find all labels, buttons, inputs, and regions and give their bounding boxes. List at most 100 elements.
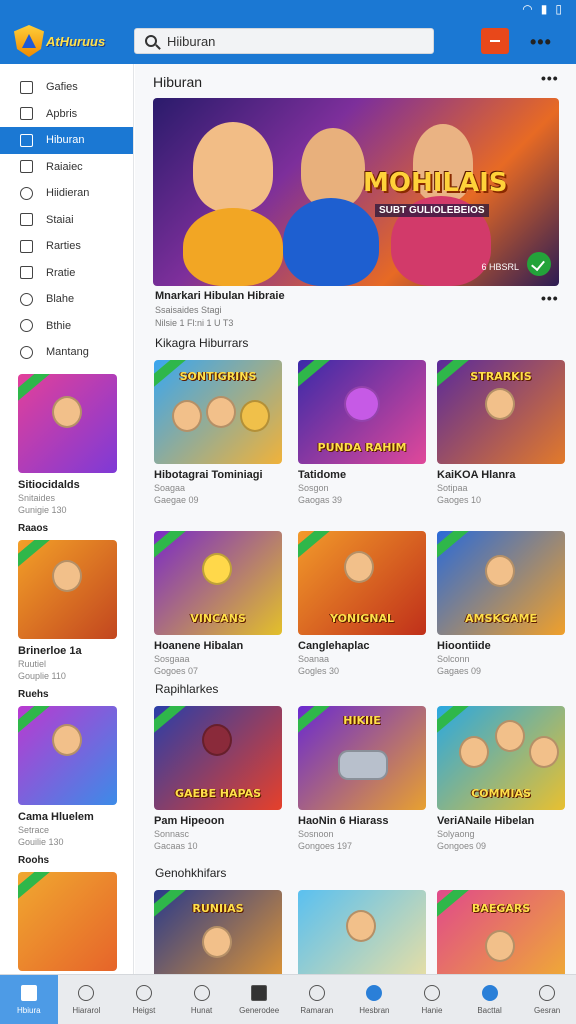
face-icon	[135, 984, 152, 1001]
game-thumbnail[interactable]: SONTIGRINS	[154, 360, 282, 464]
apps-icon	[20, 107, 33, 121]
search-icon	[145, 35, 157, 47]
game-thumbnail[interactable]: GAEBE HAPAS	[154, 706, 282, 810]
bottom-nav-ramaran[interactable]: Ramaran	[288, 975, 346, 1024]
game-card[interactable]: RUNIIAS	[154, 890, 282, 974]
section-title: Genohkhifars	[155, 866, 227, 880]
bottom-nav-hanie[interactable]: Hanie	[403, 975, 461, 1024]
badge-icon	[481, 984, 498, 1001]
sidebar-card[interactable]	[0, 871, 133, 971]
game-thumbnail[interactable]: RUNIIAS	[154, 890, 282, 974]
entertainment-icon	[20, 133, 33, 147]
game-card[interactable]: AMSKGAME Hioontiide Solconn Gagaes 09	[437, 531, 565, 676]
game-thumbnail[interactable]: VINCANS	[154, 531, 282, 635]
grid-icon	[20, 80, 33, 94]
bottom-nav-generodee[interactable]: Generodee	[230, 975, 288, 1024]
settings-icon	[20, 345, 33, 359]
compass-icon	[20, 186, 33, 200]
check-icon	[423, 984, 440, 1001]
sidebar-card[interactable]: Sitiocidalds Snitaides Gunigie 130	[0, 373, 133, 515]
sidebar-card-thumbnail[interactable]	[18, 705, 117, 805]
bottom-nav-hiararol[interactable]: Hiararol	[58, 975, 116, 1024]
game-card[interactable]: VINCANS Hoanene Hibalan Sosgaaa Gogoes 0…	[154, 531, 282, 676]
hero-banner[interactable]: MOHILAIS SUBT GULIOLEBEIOS 6 HBSRL	[153, 98, 559, 286]
sidebar-item-hiidieran[interactable]: Hiidieran	[0, 180, 133, 207]
more-options-icon[interactable]: •••	[541, 70, 559, 86]
sidebar-item-rratie[interactable]: Rratie	[0, 260, 133, 287]
search-clear-button[interactable]	[481, 28, 509, 54]
game-thumbnail[interactable]: YONIGNAL	[298, 531, 426, 635]
sidebar-section-header: Roohs	[18, 854, 50, 866]
section-title: Hiburan	[153, 74, 203, 90]
sidebar-card-thumbnail[interactable]	[18, 871, 117, 971]
shield-icon	[366, 984, 383, 1001]
bottom-nav-home[interactable]: Hbiura	[0, 975, 58, 1024]
sidebar-section-header: Ruehs	[18, 688, 49, 700]
grid-icon	[251, 984, 268, 1001]
bottom-nav-bacttal[interactable]: Bacttal	[461, 975, 519, 1024]
character-image	[193, 122, 273, 212]
hero-tag: 6 HBSRL	[481, 262, 519, 272]
character-image	[301, 128, 365, 208]
game-thumbnail[interactable]: HIKIIE	[298, 706, 426, 810]
sidebar-card-thumbnail[interactable]	[18, 373, 117, 473]
game-thumbnail[interactable]: AMSKGAME	[437, 531, 565, 635]
sidebar-item-rarties[interactable]: Rarties	[0, 233, 133, 260]
section-title: Kikagra Hiburrars	[155, 336, 249, 350]
sidebar-item-hiburan[interactable]: Hiburan	[0, 127, 133, 154]
search-icon	[20, 319, 33, 333]
game-card[interactable]: SONTIGRINS Hibotagrai Tominiagi Soagaa G…	[154, 360, 282, 505]
hero-subtitle: SUBT GULIOLEBEIOS	[375, 204, 489, 217]
game-thumbnail[interactable]: COMMIAS	[437, 706, 565, 810]
game-card[interactable]: STRARKIS KaiKOA Hlanra Sotipaa Gaoges 10	[437, 360, 565, 505]
game-card[interactable]: BAEGARS	[437, 890, 565, 974]
bottom-nav-hunat[interactable]: Hunat	[173, 975, 231, 1024]
sidebar-item-mantang[interactable]: Mantang	[0, 339, 133, 366]
sidebar-item-bthie[interactable]: Bthie	[0, 313, 133, 340]
sidebar-card[interactable]: Cama Hluelem Setrace Gouilie 130	[0, 705, 133, 847]
mic-icon	[78, 984, 95, 1001]
bottom-navigation: Hbiura Hiararol Heigst Hunat Generodee R…	[0, 974, 576, 1024]
game-thumbnail[interactable]: BAEGARS	[437, 890, 565, 974]
signal-icon: ▮	[540, 2, 548, 16]
search-input[interactable]	[167, 33, 407, 49]
logo-text: AtHuruus	[46, 33, 106, 49]
sidebar-item-blahe[interactable]: Blahe	[0, 286, 133, 313]
chart-icon	[20, 213, 33, 227]
more-options-icon[interactable]: •••	[530, 32, 552, 53]
wifi-icon: ◠	[522, 2, 533, 16]
user-icon	[539, 984, 556, 1001]
sidebar-card[interactable]: Brinerloe 1a Ruutiel Gouplie 110	[0, 539, 133, 681]
game-card[interactable]: GAEBE HAPAS Pam Hipeoon Sonnasc Gacaas 1…	[154, 706, 282, 851]
app-bar: AtHuruus •••	[0, 18, 576, 64]
status-bar: ◠ ▮ ▯	[0, 0, 576, 18]
sidebar-item-staiai[interactable]: Staiai	[0, 207, 133, 234]
game-card[interactable]: COMMIAS VeriANaile Hibelan Solyaong Gong…	[437, 706, 565, 851]
sidebar-item-apbris[interactable]: Apbris	[0, 101, 133, 128]
game-card[interactable]: PUNDA RAHIM Tatidome Sosgon Gaogas 39	[298, 360, 426, 505]
game-card[interactable]	[298, 890, 426, 974]
game-thumbnail[interactable]: STRARKIS	[437, 360, 565, 464]
check-badge-icon[interactable]	[527, 252, 551, 276]
link-icon	[20, 266, 33, 280]
search-bar[interactable]	[134, 28, 434, 54]
battery-icon: ▯	[555, 2, 562, 16]
sidebar-item-raiaiec[interactable]: Raiaiec	[0, 154, 133, 181]
sidebar-section-header: Raaos	[18, 522, 49, 534]
star-icon	[20, 160, 33, 174]
game-thumbnail[interactable]	[298, 890, 426, 974]
sidebar-item-gafies[interactable]: Gafies	[0, 74, 133, 101]
bottom-nav-heigst[interactable]: Heigst	[115, 975, 173, 1024]
star-icon	[193, 984, 210, 1001]
bottom-nav-gesran[interactable]: Gesran	[518, 975, 576, 1024]
app-logo[interactable]: AtHuruus	[14, 24, 110, 58]
sidebar: Gafies Apbris Hiburan Raiaiec Hiidieran …	[0, 64, 134, 974]
game-thumbnail[interactable]: PUNDA RAHIM	[298, 360, 426, 464]
bottom-nav-hesbran[interactable]: Hesbran	[346, 975, 404, 1024]
more-options-icon[interactable]: •••	[541, 290, 559, 306]
hero-title[interactable]: Mnarkari Hibulan Hibraie	[155, 290, 535, 302]
game-card[interactable]: HIKIIE HaoNin 6 Hiarass Sosnoon Gongoes …	[298, 706, 426, 851]
game-card[interactable]: YONIGNAL Canglehaplac Soanaa Gogles 30	[298, 531, 426, 676]
sidebar-card-thumbnail[interactable]	[18, 539, 117, 639]
shield-logo-icon	[14, 25, 44, 57]
